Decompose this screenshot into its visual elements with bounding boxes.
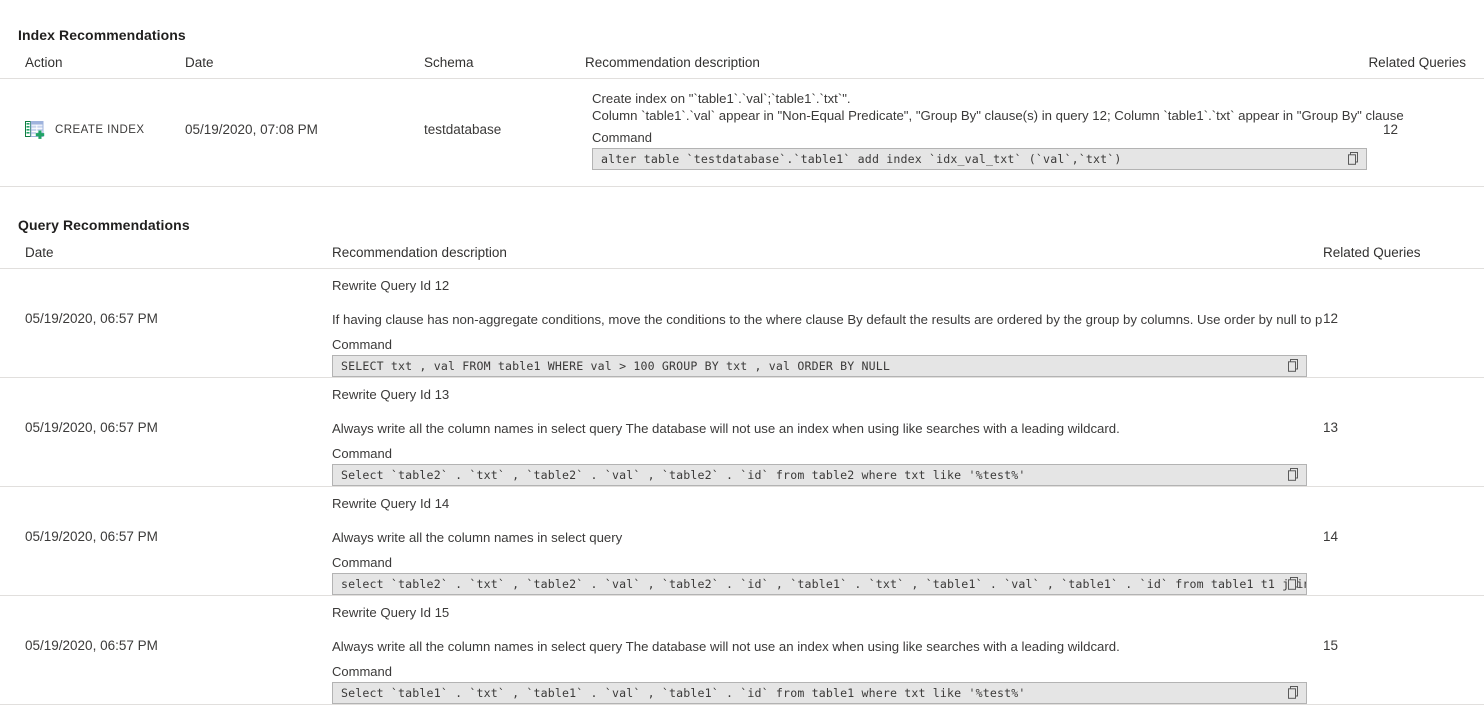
copy-icon[interactable] xyxy=(1286,576,1302,592)
index-table-bottom-divider xyxy=(0,186,1484,187)
query-column-header-description: Recommendation description xyxy=(332,245,507,260)
index-column-header-schema: Schema xyxy=(424,55,474,70)
query-command-label: Command xyxy=(332,337,392,352)
table-row: 05/19/2020, 06:57 PM Rewrite Query Id 13… xyxy=(0,378,1484,487)
index-date-value: 05/19/2020, 07:08 PM xyxy=(185,122,318,137)
query-command-box[interactable]: select `table2` . `txt` , `table2` . `va… xyxy=(332,573,1307,595)
index-column-header-related-queries: Related Queries xyxy=(1368,55,1466,70)
query-row-divider xyxy=(0,704,1484,705)
query-command-text: Select `table2` . `txt` , `table2` . `va… xyxy=(341,468,1026,482)
query-command-box[interactable]: SELECT txt , val FROM table1 WHERE val >… xyxy=(332,355,1307,377)
index-command-label: Command xyxy=(592,130,652,145)
query-command-box[interactable]: Select `table1` . `txt` , `table1` . `va… xyxy=(332,682,1307,704)
query-date-value: 05/19/2020, 06:57 PM xyxy=(25,638,158,653)
index-column-header-description: Recommendation description xyxy=(585,55,760,70)
index-action-label: CREATE INDEX xyxy=(55,124,145,136)
query-description-cell: Rewrite Query Id 14 Always write all the… xyxy=(332,496,1322,595)
query-command-box[interactable]: Select `table2` . `txt` , `table2` . `va… xyxy=(332,464,1307,486)
copy-icon[interactable] xyxy=(1286,467,1302,483)
query-command-label: Command xyxy=(332,664,392,679)
query-date-value: 05/19/2020, 06:57 PM xyxy=(25,420,158,435)
query-column-header-related-queries: Related Queries xyxy=(1323,245,1421,260)
query-date-value: 05/19/2020, 06:57 PM xyxy=(25,311,158,326)
query-rewrite-title: Rewrite Query Id 15 xyxy=(332,605,450,620)
query-date-value: 05/19/2020, 06:57 PM xyxy=(25,529,158,544)
query-related-queries-value: 12 xyxy=(1323,311,1339,326)
index-column-header-date: Date xyxy=(185,55,214,70)
index-column-header-action: Action xyxy=(25,55,63,70)
index-description-line-2: Column `table1`.`val` appear in "Non-Equ… xyxy=(592,108,1404,123)
query-related-queries-value: 15 xyxy=(1323,638,1339,653)
query-description-text: Always write all the column names in sel… xyxy=(332,530,623,545)
table-row: CREATE INDEX 05/19/2020, 07:08 PM testda… xyxy=(0,79,1484,186)
index-description-cell: Create index on "`table1`.`val`;`table1`… xyxy=(592,90,1404,170)
query-description-text: Always write all the column names in sel… xyxy=(332,639,1120,654)
table-row: 05/19/2020, 06:57 PM Rewrite Query Id 12… xyxy=(0,269,1484,378)
query-description-text: Always write all the column names in sel… xyxy=(332,421,1120,436)
table-row: 05/19/2020, 06:57 PM Rewrite Query Id 14… xyxy=(0,487,1484,596)
query-rewrite-title: Rewrite Query Id 12 xyxy=(332,278,450,293)
index-recommendations-title: Index Recommendations xyxy=(18,27,186,43)
query-recommendations-title: Query Recommendations xyxy=(18,217,190,233)
copy-icon[interactable] xyxy=(1286,358,1302,374)
query-command-text: select `table2` . `txt` , `table2` . `va… xyxy=(341,577,1306,591)
query-description-text: If having clause has non-aggregate condi… xyxy=(332,312,1322,327)
query-command-label: Command xyxy=(332,446,392,461)
index-command-text: alter table `testdatabase`.`table1` add … xyxy=(601,152,1122,166)
query-command-text: Select `table1` . `txt` , `table1` . `va… xyxy=(341,686,1026,700)
query-column-header-date: Date xyxy=(25,245,54,260)
index-action-cell: CREATE INDEX xyxy=(25,120,145,140)
copy-icon[interactable] xyxy=(1346,151,1362,167)
index-schema-value: testdatabase xyxy=(424,122,502,137)
index-related-queries-value: 12 xyxy=(1383,122,1399,137)
table-index-icon xyxy=(25,120,47,140)
index-command-box[interactable]: alter table `testdatabase`.`table1` add … xyxy=(592,148,1367,170)
copy-icon[interactable] xyxy=(1286,685,1302,701)
index-description-line-1: Create index on "`table1`.`val`;`table1`… xyxy=(592,91,851,106)
query-description-cell: Rewrite Query Id 15 Always write all the… xyxy=(332,605,1322,704)
query-related-queries-value: 13 xyxy=(1323,420,1339,435)
table-row: 05/19/2020, 06:57 PM Rewrite Query Id 15… xyxy=(0,596,1484,705)
query-command-text: SELECT txt , val FROM table1 WHERE val >… xyxy=(341,359,891,373)
query-rewrite-title: Rewrite Query Id 13 xyxy=(332,387,450,402)
query-description-cell: Rewrite Query Id 13 Always write all the… xyxy=(332,387,1322,486)
query-rewrite-title: Rewrite Query Id 14 xyxy=(332,496,450,511)
query-command-label: Command xyxy=(332,555,392,570)
query-related-queries-value: 14 xyxy=(1323,529,1339,544)
query-description-cell: Rewrite Query Id 12 If having clause has… xyxy=(332,278,1322,377)
